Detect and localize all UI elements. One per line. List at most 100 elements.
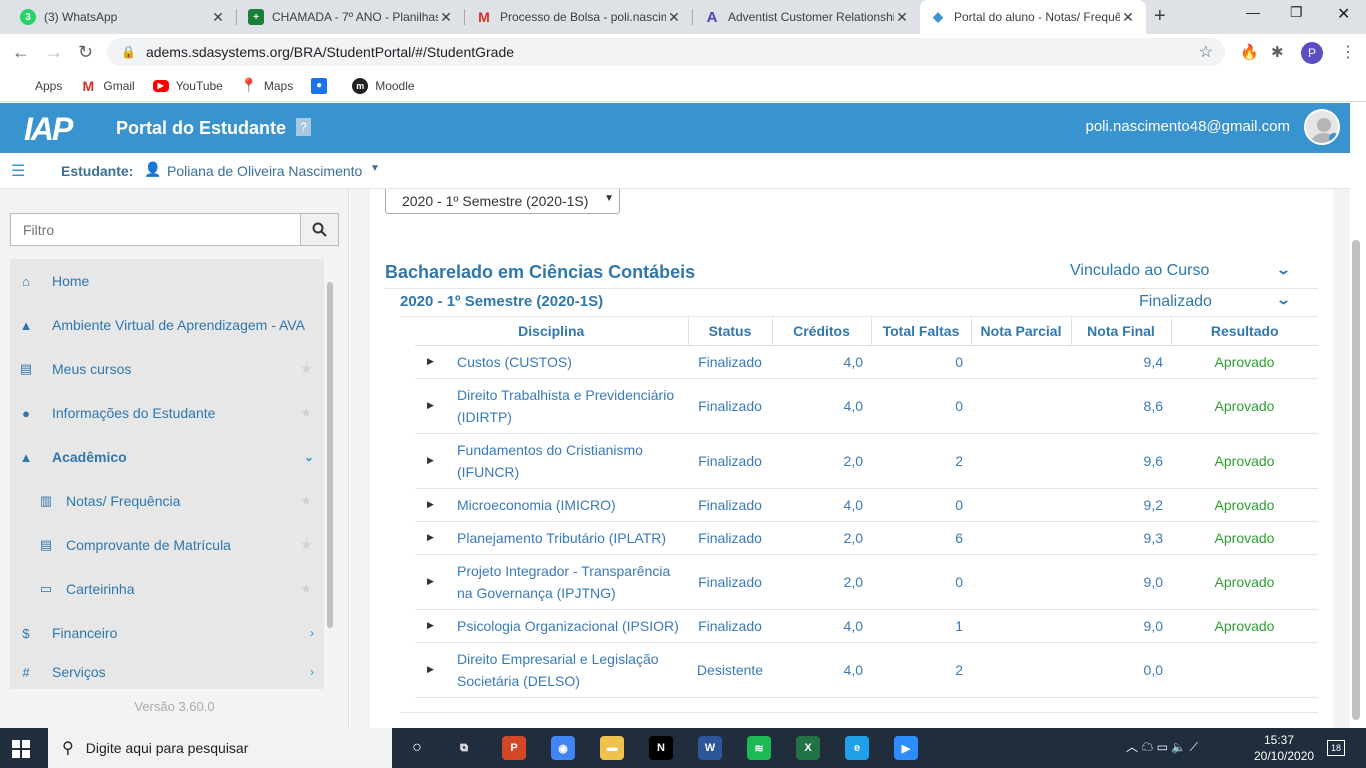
user-email[interactable]: poli.nascimento48@gmail.com <box>1086 118 1291 135</box>
windows-start-icon[interactable] <box>12 740 30 758</box>
sidebar-item-academico[interactable]: ▲ Acadêmico ⌄ <box>10 435 324 479</box>
excel-icon[interactable]: X <box>796 736 820 760</box>
close-icon[interactable]: ✕ <box>666 9 682 26</box>
sidebar-item-notas[interactable]: ▥ Notas/ Frequência ★ <box>10 479 324 523</box>
chevron-down-icon[interactable]: ⌄ <box>1276 262 1291 278</box>
table-row[interactable]: ▶ Custos (CUSTOS) Finalizado 4,0 0 9,4 Aprovad… <box>415 345 1318 379</box>
star-icon[interactable]: ★ <box>300 537 312 553</box>
close-icon[interactable]: ✕ <box>894 9 910 26</box>
task-view-icon[interactable]: ⧉ <box>452 736 476 760</box>
cortana-icon[interactable]: ○ <box>405 736 429 760</box>
back-icon[interactable]: ← <box>12 42 30 63</box>
address-bar[interactable]: 🔒 adems.sdasystems.org/BRA/StudentPortal… <box>107 38 1225 66</box>
system-tray[interactable]: ︿ ☁ ▭ 🔈 ⟋ <box>1126 738 1198 755</box>
chevron-right-icon[interactable]: › <box>310 665 314 679</box>
table-row[interactable]: ▶ Psicologia Organizacional (IPSIOR) Final… <box>415 609 1318 643</box>
table-row[interactable]: ▶ Microeconomia (IMICRO) Finalizado 4,0 0 9,2… <box>415 488 1318 522</box>
word-icon[interactable]: W <box>698 736 722 760</box>
profile-avatar[interactable]: P <box>1301 42 1323 64</box>
close-icon[interactable]: ✕ <box>210 9 226 26</box>
netflix-icon[interactable]: N <box>649 736 673 760</box>
minimize-icon[interactable]: — <box>1246 4 1260 20</box>
taskbar-search[interactable]: ⚲ Digite aqui para pesquisar <box>48 728 392 768</box>
expand-caret-icon[interactable]: ▶ <box>415 345 445 379</box>
hamburger-menu-icon[interactable]: ☰ <box>11 161 25 181</box>
close-icon[interactable]: ✕ <box>1120 9 1136 26</box>
browser-tab-active[interactable]: ◆ Portal do aluno - Notas/ Frequência ✕ <box>920 0 1146 34</box>
sidebar-item-home[interactable]: ⌂ Home <box>10 259 324 303</box>
bookmark-gmail[interactable]: M Gmail <box>80 78 135 94</box>
expand-caret-icon[interactable]: ▶ <box>415 433 445 489</box>
table-row[interactable]: ▶ Direito Trabalhista e Previdenciário (I… <box>415 378 1318 434</box>
sidebar-item-ava[interactable]: ▲ Ambiente Virtual de Aprendizagem - AVA <box>10 303 324 347</box>
new-tab-icon[interactable]: + <box>1154 5 1166 28</box>
reload-icon[interactable]: ↻ <box>78 42 93 63</box>
expand-caret-icon[interactable]: ▶ <box>415 378 445 434</box>
star-icon[interactable]: ★ <box>300 493 312 509</box>
expand-caret-icon[interactable]: ▶ <box>415 554 445 610</box>
expand-caret-icon[interactable]: ▶ <box>415 488 445 522</box>
sidebar-item-comprovante[interactable]: ▤ Comprovante de Matrícula ★ <box>10 523 324 567</box>
tab-divider <box>464 9 465 25</box>
close-window-icon[interactable]: ✕ <box>1337 4 1350 24</box>
star-icon[interactable]: ★ <box>300 581 312 597</box>
zoom-icon[interactable]: ▶ <box>894 736 918 760</box>
chevron-down-icon[interactable]: ⌄ <box>304 450 314 464</box>
search-button[interactable] <box>300 213 339 246</box>
notification-center-icon[interactable]: 18 <box>1327 740 1345 756</box>
spotify-icon[interactable]: ≋ <box>747 736 771 760</box>
star-icon[interactable]: ★ <box>300 405 312 421</box>
bookmark-label: Maps <box>263 78 294 93</box>
sidebar-item-servicos[interactable]: # Serviços › <box>10 655 324 689</box>
expand-caret-icon[interactable]: ▶ <box>415 609 445 643</box>
caret-down-icon[interactable]: ▼ <box>370 163 380 174</box>
puzzle-icon[interactable]: ✱ <box>1271 43 1284 61</box>
filter-input[interactable] <box>10 213 301 246</box>
table-row[interactable]: ▶ Planejamento Tributário (IPLATR) Finaliz… <box>415 521 1318 555</box>
bookmark-youtube[interactable]: ▶ YouTube <box>152 79 223 93</box>
help-icon[interactable]: ? <box>296 118 311 136</box>
bookmark-star-icon[interactable]: ☆ <box>1199 42 1213 62</box>
chrome-icon[interactable]: ◉ <box>551 736 575 760</box>
star-icon[interactable]: ★ <box>300 361 312 377</box>
browser-tab[interactable]: M Processo de Bolsa - poli.nascimento ✕ <box>466 0 692 34</box>
sidebar-item-informacoes[interactable]: ● Informações do Estudante ★ <box>10 391 324 435</box>
chevron-down-icon[interactable]: ⌄ <box>1276 292 1291 308</box>
file-explorer-icon[interactable]: ▬ <box>600 736 624 760</box>
semester-label[interactable]: 2020 - 1º Semestre (2020-1S) <box>400 293 603 310</box>
sidebar-scrollbar[interactable] <box>327 282 333 628</box>
semester-select[interactable]: 2020 - 1º Semestre (2020-1S) ▼ <box>385 189 620 214</box>
page-scrollbar[interactable] <box>1352 240 1360 720</box>
sidebar-item-meus-cursos[interactable]: ▤ Meus cursos ★ <box>10 347 324 391</box>
course-name[interactable]: Bacharelado em Ciências Contábeis <box>385 262 695 283</box>
menu-dots-icon[interactable]: ⋮ <box>1340 42 1356 62</box>
bookmark-contacts[interactable]: ● <box>311 77 334 94</box>
maximize-icon[interactable]: ❐ <box>1290 4 1303 21</box>
bookmark-moodle[interactable]: m Moodle <box>352 77 415 94</box>
expand-caret-icon[interactable]: ▶ <box>415 642 445 698</box>
table-row[interactable]: ▶ Fundamentos do Cristianismo (IFUNCR) Fin… <box>415 433 1318 489</box>
browser-tab[interactable]: + CHAMADA - 7º ANO - Planilhas ✕ <box>238 0 464 34</box>
browser-tab[interactable]: 3 (3) WhatsApp ✕ <box>10 0 236 34</box>
expand-caret-icon[interactable]: ▶ <box>415 521 445 555</box>
edge-icon[interactable]: e <box>845 736 869 760</box>
browser-tab[interactable]: A Adventist Customer Relationship ✕ <box>694 0 920 34</box>
clock[interactable]: 15:37 20/10/2020 <box>1254 732 1314 764</box>
sidebar-item-financeiro[interactable]: $ Financeiro › <box>10 611 324 655</box>
chevron-right-icon[interactable]: › <box>310 626 314 640</box>
app-title: Portal do Estudante <box>116 118 287 138</box>
extension-icon[interactable]: 🔥 <box>1240 43 1259 61</box>
portal-icon: ◆ <box>933 9 943 24</box>
close-icon[interactable]: ✕ <box>438 9 454 26</box>
table-row[interactable]: ▶ Direito Empresarial e Legislação Societ… <box>415 642 1318 698</box>
powerpoint-icon[interactable]: P <box>502 736 526 760</box>
bookmark-maps[interactable]: 📍 Maps <box>240 77 294 94</box>
table-row[interactable]: ▶ Projeto Integrador - Transparência na G… <box>415 554 1318 610</box>
iap-logo[interactable]: IAP <box>24 111 73 148</box>
bookmark-apps[interactable]: Apps <box>14 79 62 93</box>
user-avatar[interactable] <box>1304 109 1340 145</box>
forward-icon[interactable]: → <box>45 42 63 63</box>
sidebar-item-carteirinha[interactable]: ▭ Carteirinha ★ <box>10 567 324 611</box>
cell-resultado: Aprovado <box>1171 554 1318 610</box>
student-name-dropdown[interactable]: Poliana de Oliveira Nascimento <box>167 163 362 179</box>
